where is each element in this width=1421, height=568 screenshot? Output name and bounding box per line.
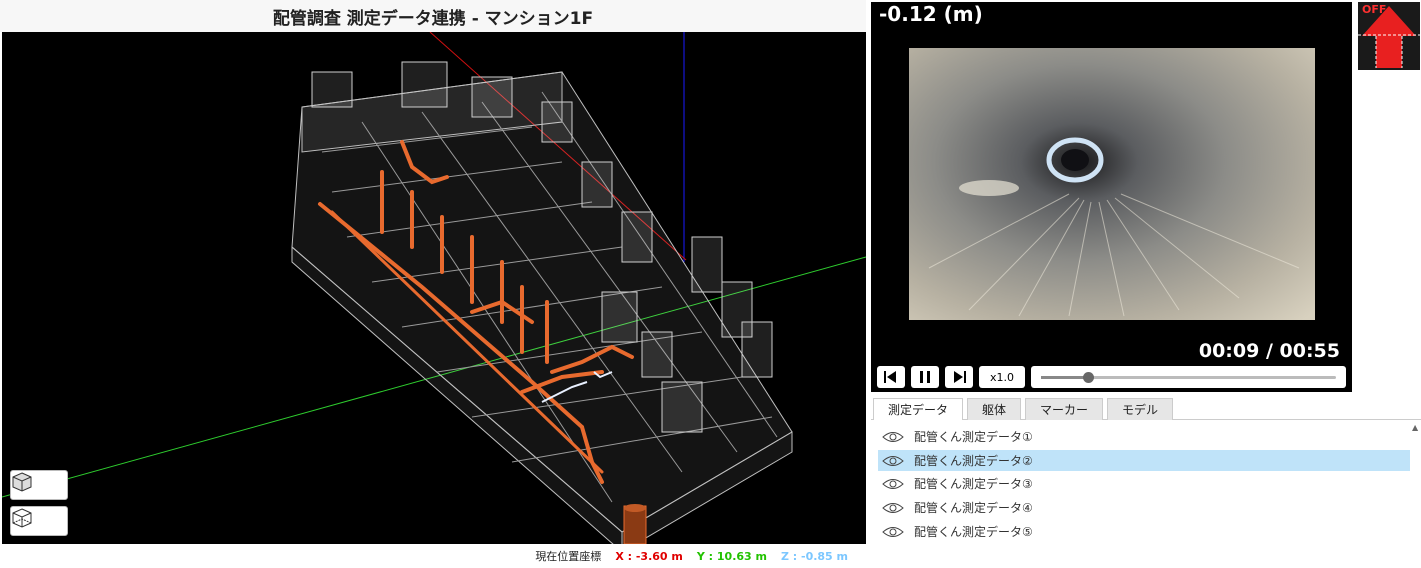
list-item-label: 配管くん測定データ④ (914, 501, 1033, 515)
eye-icon[interactable] (882, 454, 904, 468)
list-item[interactable]: 配管くん測定データ⑤ (878, 521, 1410, 542)
eye-icon[interactable] (882, 525, 904, 539)
list-item[interactable]: 配管くん測定データ① (878, 426, 1410, 447)
tab-models[interactable]: モデル (1107, 398, 1174, 420)
pipe-interior-image (909, 48, 1315, 320)
seek-progress (1041, 376, 1089, 379)
eye-icon[interactable] (882, 477, 904, 491)
eye-icon[interactable] (882, 501, 904, 515)
list-item[interactable]: 配管くん測定データ② (878, 450, 1410, 471)
page-title: 配管調査 測定データ連携 - マンション1F (0, 0, 866, 32)
seek-track (1041, 372, 1336, 383)
list-item[interactable]: 配管くん測定データ④ (878, 497, 1410, 518)
tab-measurement-data[interactable]: 測定データ (873, 398, 964, 420)
list-item-label: 配管くん測定データ③ (914, 477, 1033, 491)
list-item-label: 配管くん測定データ② (914, 454, 1033, 468)
step-back-icon (884, 371, 896, 383)
coord-z: Z : -0.85 m (780, 549, 848, 563)
cube-wireframe-icon (12, 508, 32, 528)
pause-icon (920, 371, 930, 383)
coord-x: X : -3.60 m (615, 549, 683, 563)
list-item-label: 配管くん測定データ⑤ (914, 525, 1033, 539)
pipe-camera-video[interactable] (909, 48, 1315, 320)
step-forward-icon (954, 371, 966, 383)
step-forward-button[interactable] (945, 366, 973, 388)
speed-button[interactable]: x1.0 (979, 366, 1025, 388)
depth-readout: -0.12 (m) (879, 2, 983, 26)
list-item[interactable]: 配管くん測定データ③ (878, 473, 1410, 494)
off-label: OFF (1362, 3, 1387, 16)
measurement-list: 配管くん測定データ① 配管くん測定データ② 配管くん測定データ③ 配管くん測定デ… (871, 421, 1411, 568)
eye-icon[interactable] (882, 430, 904, 444)
view-solid-button[interactable] (10, 470, 68, 500)
step-back-button[interactable] (877, 366, 905, 388)
coordinate-readout: 現在位置座標 X : -3.60 m Y : 10.63 m Z : -0.85… (0, 544, 866, 568)
tab-structure[interactable]: 躯体 (967, 398, 1022, 420)
pipe-camera-panel: -0.12 (m) 00:09 / 00:55 x1.0 (871, 2, 1352, 392)
list-item-label: 配管くん測定データ① (914, 430, 1033, 444)
playback-time: 00:09 / 00:55 (1198, 340, 1340, 362)
scroll-up-arrow-icon[interactable]: ▲ (1412, 423, 1418, 432)
cube-solid-icon (12, 472, 32, 492)
tab-markers[interactable]: マーカー (1025, 398, 1104, 420)
building-model (2, 32, 866, 544)
coord-y: Y : 10.63 m (696, 549, 767, 563)
off-toggle-button[interactable]: OFF (1358, 2, 1420, 70)
seek-thumb[interactable] (1083, 372, 1095, 383)
pause-button[interactable] (911, 366, 939, 388)
view-wireframe-button[interactable] (10, 506, 68, 536)
panel-tabs: 測定データ 躯体 マーカー モデル (871, 398, 1421, 420)
coord-label: 現在位置座標 (535, 550, 602, 563)
3d-viewport[interactable] (2, 32, 866, 544)
seek-bar[interactable] (1031, 366, 1346, 388)
